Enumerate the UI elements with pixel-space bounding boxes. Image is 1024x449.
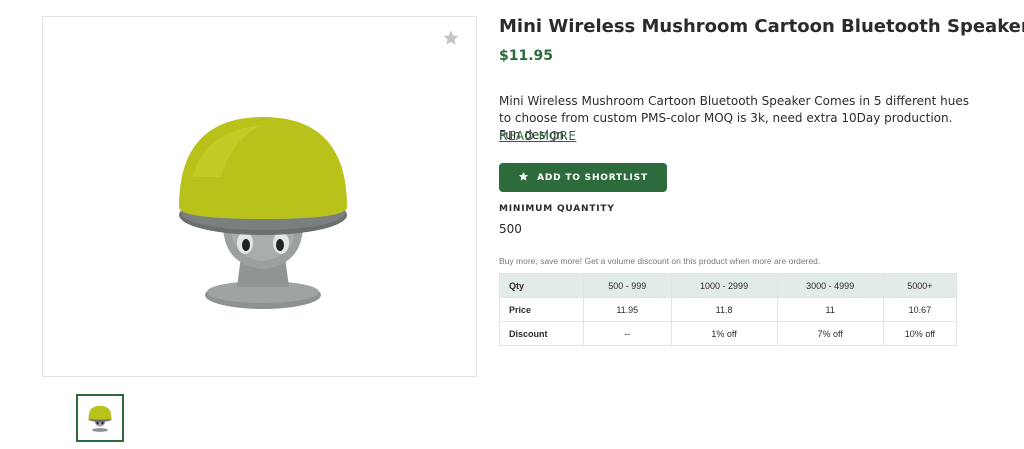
- thumbnail-image: [88, 405, 112, 432]
- table-cell: Price: [499, 297, 584, 322]
- table-cell: Qty: [499, 273, 584, 298]
- volume-discount-note: Buy more, save more! Get a volume discou…: [499, 256, 821, 266]
- table-cell: 1000 - 2999: [670, 273, 778, 298]
- table-row: Qty 500 - 999 1000 - 2999 3000 - 4999 50…: [499, 273, 958, 298]
- table-cell: Discount: [499, 321, 584, 346]
- table-cell: 5000+: [882, 273, 958, 298]
- table-row: Discount -- 1% off 7% off 10% off: [499, 321, 958, 346]
- product-price: $11.95: [499, 48, 554, 64]
- add-to-shortlist-label: ADD TO SHORTLIST: [537, 172, 648, 183]
- table-cell: 10.67: [882, 297, 958, 322]
- minimum-quantity-value: 500: [499, 222, 522, 236]
- table-cell: --: [583, 321, 672, 346]
- minimum-quantity-label: MINIMUM QUANTITY: [499, 204, 615, 214]
- table-cell: 11.95: [583, 297, 672, 322]
- table-cell: 1% off: [670, 321, 778, 346]
- read-more-link[interactable]: READ MORE: [499, 129, 576, 143]
- pricing-table: Qty 500 - 999 1000 - 2999 3000 - 4999 50…: [499, 273, 958, 346]
- product-image: [179, 117, 347, 309]
- table-cell: 500 - 999: [583, 273, 672, 298]
- table-row: Price 11.95 11.8 11 10.67: [499, 297, 958, 322]
- table-cell: 3000 - 4999: [776, 273, 884, 298]
- table-cell: 11.8: [670, 297, 778, 322]
- product-title: Mini Wireless Mushroom Cartoon Bluetooth…: [499, 16, 1024, 37]
- table-cell: 10% off: [882, 321, 958, 346]
- star-icon: [518, 171, 529, 185]
- table-cell: 7% off: [776, 321, 884, 346]
- table-cell: 11: [776, 297, 884, 322]
- add-to-shortlist-button[interactable]: ADD TO SHORTLIST: [499, 163, 667, 192]
- product-image-frame: [42, 16, 477, 377]
- favorite-star-icon[interactable]: [442, 29, 460, 47]
- thumbnail-1[interactable]: [76, 394, 124, 442]
